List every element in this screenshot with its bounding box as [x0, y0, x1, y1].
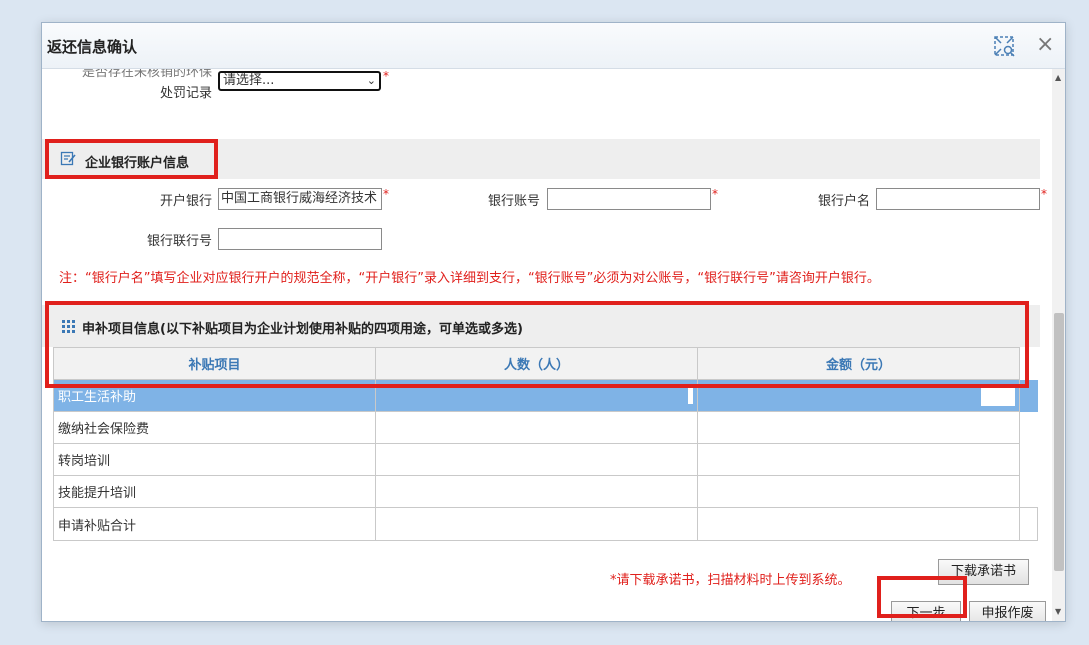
required-mark: *: [712, 187, 718, 201]
row-item: 缴纳社会保险费: [53, 411, 376, 444]
table-row[interactable]: 技能提升培训: [53, 475, 1038, 508]
subsidy-section-highlight: [45, 301, 1029, 388]
upload-warning: *请下载承诺书，扫描材料时上传到系统。: [610, 573, 851, 588]
maximize-icon[interactable]: [992, 34, 1016, 58]
chevron-down-icon: ⌄: [366, 74, 376, 87]
table-row[interactable]: 转岗培训: [53, 443, 1038, 476]
total-label: 申请补贴合计: [53, 507, 376, 541]
required-mark: *: [383, 69, 389, 83]
penalty-select[interactable]: 请选择... ⌄: [218, 71, 381, 91]
total-amount: [697, 507, 1020, 541]
required-mark: *: [1041, 187, 1047, 201]
row-item: 转岗培训: [53, 443, 376, 476]
dialog-title: 返还信息确认: [47, 38, 138, 56]
account-name-label: 银行户名: [817, 194, 870, 209]
people-cell[interactable]: [375, 411, 698, 444]
dialog-content: 是否存在未核销的环保 处罚记录 请选择... ⌄ * 企业银行账户信息 开户银行…: [42, 69, 1050, 621]
required-mark: *: [383, 187, 389, 201]
scroll-thumb[interactable]: [1054, 313, 1064, 571]
account-no-label: 银行账号: [487, 194, 540, 209]
bank-note: 注：“银行户名”填写企业对应银行开户的规范全称，“开户银行”录入详细到支行，“银…: [59, 271, 880, 286]
account-name-input[interactable]: [876, 188, 1040, 210]
routing-no-label: 银行联行号: [146, 234, 212, 249]
dialog-titlebar: 返还信息确认 ×: [42, 23, 1065, 69]
open-bank-label: 开户银行: [159, 194, 212, 209]
penalty-select-value: 请选择...: [223, 73, 275, 88]
people-cell[interactable]: [375, 475, 698, 508]
scroll-down-arrow-icon[interactable]: ▼: [1055, 607, 1061, 616]
people-cell[interactable]: [375, 443, 698, 476]
table-row[interactable]: 缴纳社会保险费: [53, 411, 1038, 444]
penalty-label-line1: 是否存在未核销的环保: [81, 69, 212, 80]
total-people: [375, 507, 698, 541]
row-item: 技能提升培训: [53, 475, 376, 508]
account-no-input[interactable]: [547, 188, 711, 210]
penalty-label-line2: 处罚记录: [159, 86, 212, 101]
close-icon[interactable]: ×: [1036, 33, 1054, 57]
next-step-highlight: [877, 576, 967, 618]
routing-no-input[interactable]: [218, 228, 382, 250]
amount-cell[interactable]: [697, 443, 1020, 476]
void-application-button[interactable]: 申报作废: [969, 601, 1046, 621]
open-bank-input[interactable]: 中国工商银行威海经济技术: [218, 188, 382, 210]
vertical-scrollbar[interactable]: ▲ ▼: [1052, 69, 1065, 621]
amount-cell[interactable]: [697, 411, 1020, 444]
bank-section-highlight: [45, 139, 218, 179]
scroll-up-arrow-icon[interactable]: ▲: [1055, 73, 1061, 82]
table-total-row: 申请补贴合计: [53, 507, 1038, 541]
return-info-dialog: 返还信息确认 × 是否存在未核销的环保 处罚记录 请选择... ⌄ * 企业银行…: [41, 22, 1066, 622]
amount-cell[interactable]: [697, 475, 1020, 508]
